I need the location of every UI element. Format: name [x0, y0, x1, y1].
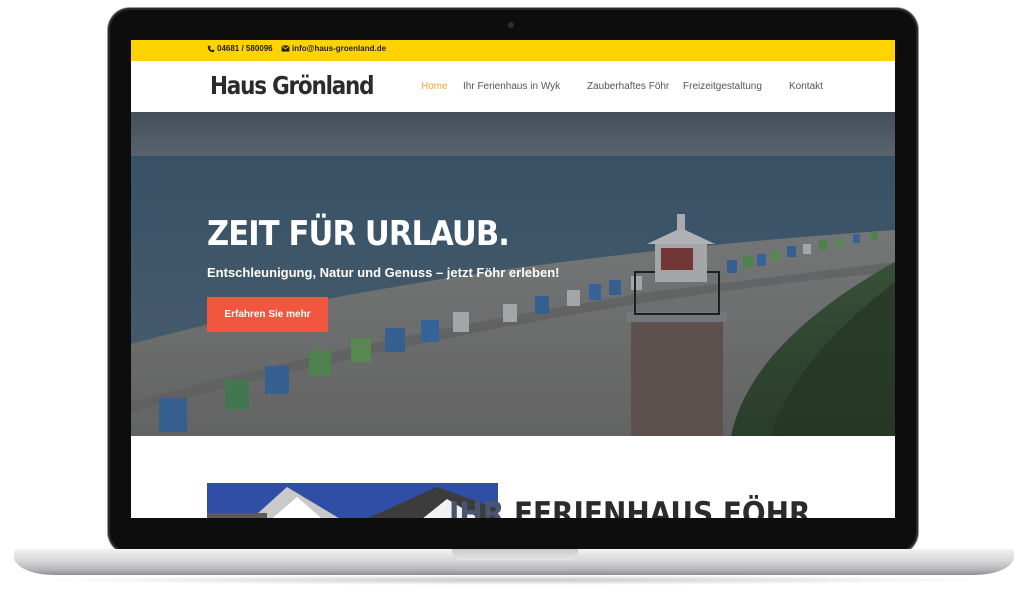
- section-heading-main: FERIENHAUS FÖHR: [513, 496, 811, 518]
- hero-subtitle: Entschleunigung, Natur und Genuss – jetz…: [207, 265, 560, 280]
- ferienhaus-section: IHR FERIENHAUS FÖHR: [131, 436, 895, 518]
- browser-screen: 04681 / 580096 info@haus-groenland.de Ha…: [131, 40, 895, 518]
- laptop-notch: [452, 549, 578, 560]
- hero-section: ZEIT FÜR URLAUB. Entschleunigung, Natur …: [131, 112, 895, 436]
- section-heading-prefix: IHR: [449, 496, 505, 518]
- nav-item-home[interactable]: Home: [421, 81, 448, 92]
- nav-item-kontakt[interactable]: Kontakt: [789, 81, 823, 92]
- camera-icon: [508, 22, 514, 28]
- phone-contact[interactable]: 04681 / 580096: [207, 44, 273, 53]
- hero-title: ZEIT FÜR URLAUB.: [207, 214, 510, 254]
- top-info-bar: 04681 / 580096 info@haus-groenland.de: [131, 40, 895, 61]
- envelope-icon: [281, 45, 290, 52]
- site-header: Haus Grönland Home Ihr Ferienhaus in Wyk…: [131, 61, 895, 112]
- email-address: info@haus-groenland.de: [292, 44, 387, 53]
- site-logo[interactable]: Haus Grönland: [210, 71, 375, 100]
- nav-item-zauberhaftes-foehr[interactable]: Zauberhaftes Föhr: [587, 81, 669, 92]
- laptop-shadow: [40, 575, 988, 585]
- learn-more-button[interactable]: Erfahren Sie mehr: [207, 297, 328, 332]
- nav-item-ferienhaus[interactable]: Ihr Ferienhaus in Wyk: [463, 81, 560, 92]
- phone-number: 04681 / 580096: [217, 44, 273, 53]
- nav-item-freizeitgestaltung[interactable]: Freizeitgestaltung: [683, 81, 762, 92]
- phone-icon: [207, 45, 215, 52]
- section-heading: IHR FERIENHAUS FÖHR: [449, 496, 810, 518]
- email-contact[interactable]: info@haus-groenland.de: [281, 44, 386, 53]
